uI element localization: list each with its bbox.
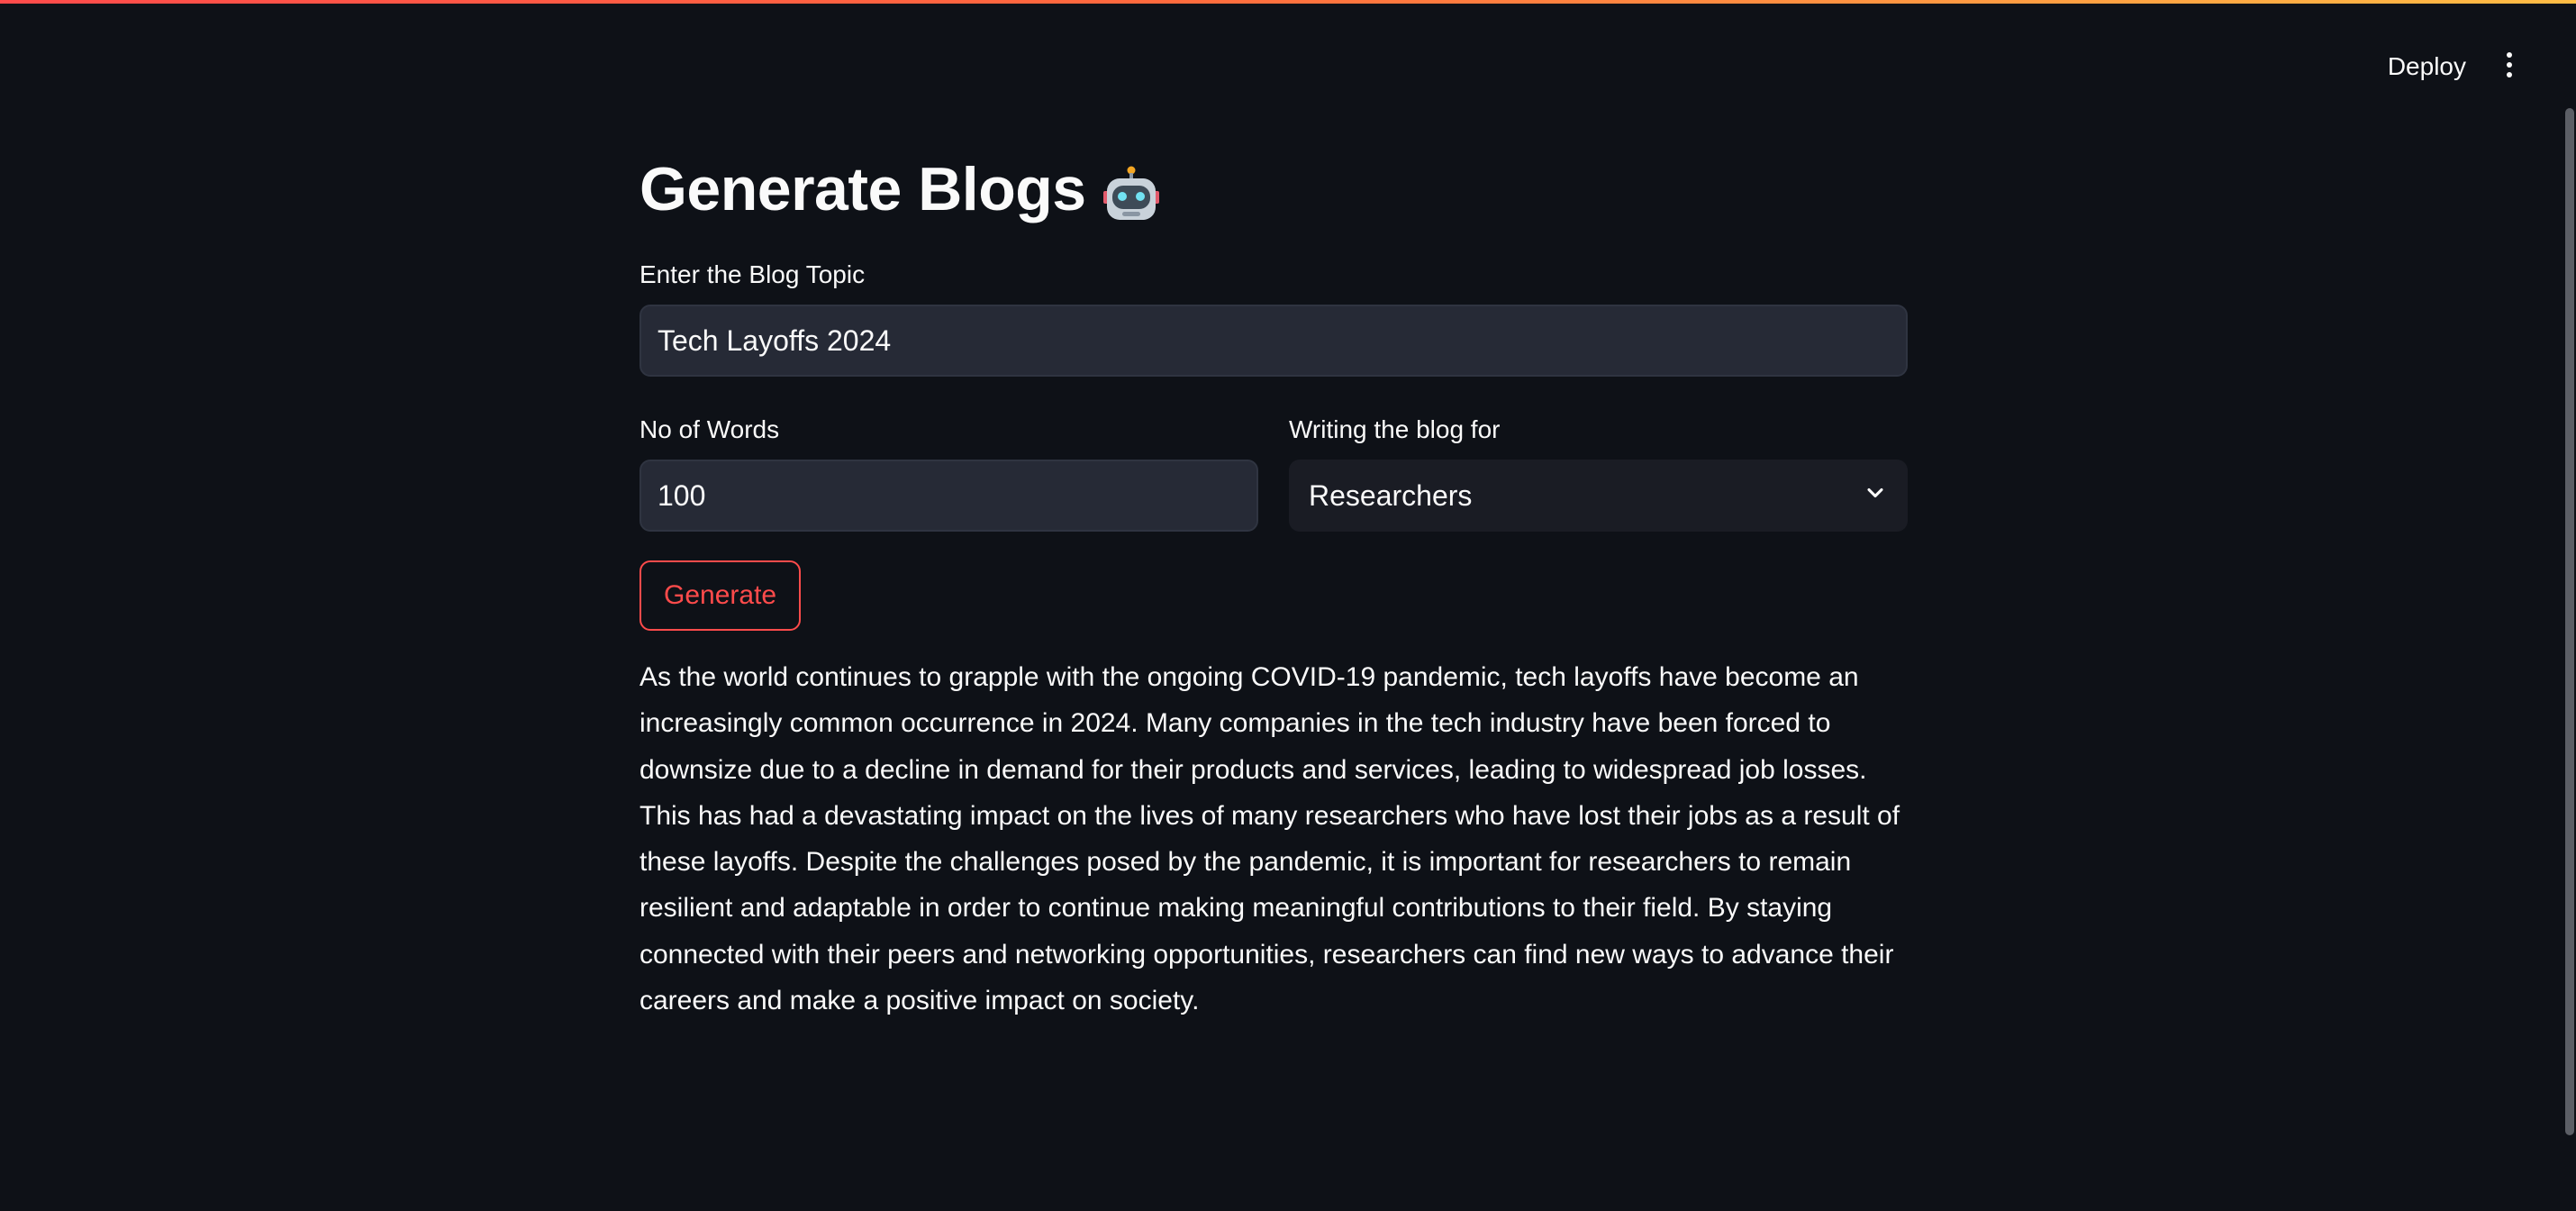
generate-button[interactable]: Generate (639, 560, 802, 631)
audience-label: Writing the blog for (1289, 415, 1501, 443)
main-content: Generate Blogs Enter the Blog Topic Tech… (639, 144, 1908, 1024)
vertical-ellipsis-icon (2507, 52, 2512, 58)
page-scrollbar[interactable] (2563, 108, 2576, 1135)
app-root: Deploy Generate Blogs Enter the Blog Top… (0, 0, 2576, 1211)
audience-select[interactable]: Researchers (1289, 460, 1908, 532)
top-decoration-bar (0, 0, 2576, 4)
vertical-ellipsis-icon-dot (2507, 72, 2512, 77)
vertical-ellipsis-icon-dot (2507, 62, 2512, 68)
chevron-down-icon (1863, 479, 1888, 513)
page-scrollbar-thumb[interactable] (2565, 108, 2574, 1135)
words-label: No of Words (639, 415, 780, 443)
audience-selected-value: Researchers (1309, 478, 1473, 512)
audience-field-group: Writing the blog for Researchers (1289, 414, 1908, 532)
options-row: No of Words 100 Writing the blog for Res… (639, 414, 1908, 532)
robot-icon (1102, 158, 1160, 220)
main-menu-button[interactable] (2497, 49, 2522, 81)
topic-field-group: Enter the Blog Topic Tech Layoffs 2024 (639, 260, 1908, 377)
app-header: Deploy (2216, 0, 2576, 108)
topic-label: Enter the Blog Topic (639, 260, 866, 288)
generated-blog-text: As the world continues to grapple with t… (639, 662, 1900, 1016)
words-input[interactable]: 100 (639, 460, 1258, 532)
words-field-group: No of Words 100 (639, 414, 1258, 532)
topic-input[interactable]: Tech Layoffs 2024 (639, 305, 1908, 377)
page-title: Generate Blogs (639, 144, 1908, 234)
page-title-text: Generate Blogs (639, 155, 1086, 223)
deploy-button[interactable]: Deploy (2377, 47, 2477, 86)
